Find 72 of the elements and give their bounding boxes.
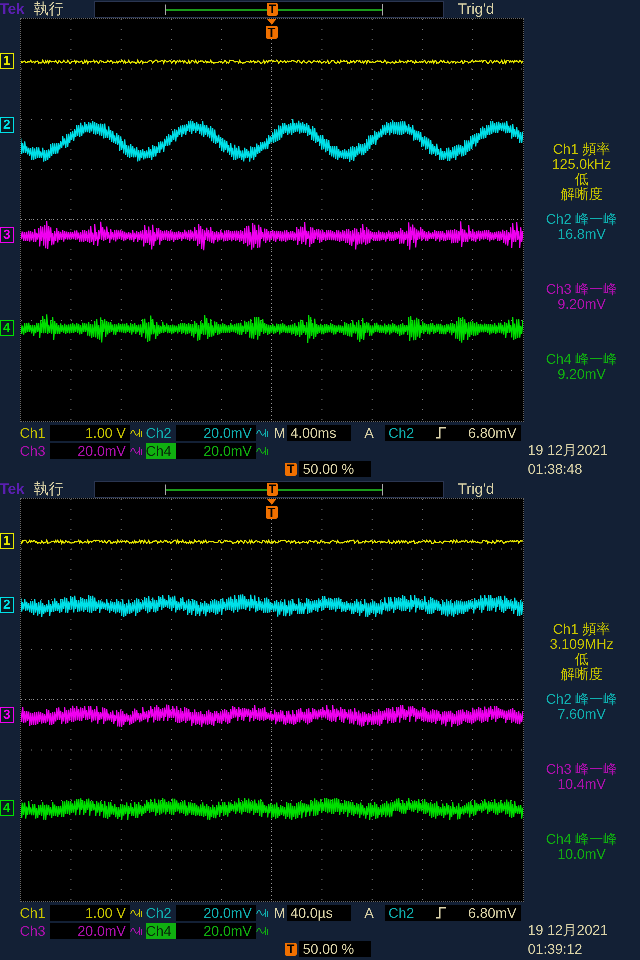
measurement-value: 16.8mV: [558, 227, 606, 242]
channel-scale: 1.00 V: [50, 425, 130, 441]
measurement-value: 125.0kHz: [552, 157, 612, 172]
trigger-marker: T: [267, 482, 278, 496]
measurement-value: 10.0mV: [558, 847, 606, 862]
trigger-source: Ch2: [388, 425, 414, 441]
date-text: 19 12月2021: [528, 442, 610, 460]
trigger-position-marker: T: [285, 462, 297, 476]
measurement-label: Ch1 頻率: [553, 622, 611, 637]
measurement-label: Ch4 峰一峰: [546, 832, 618, 847]
channel-scale: 20.0mV: [50, 923, 130, 939]
channel-scale: 20.0mV: [176, 905, 256, 921]
time-text: 01:38:48: [528, 461, 584, 477]
brand-logo: Tek: [0, 480, 26, 498]
timebase-label: M: [274, 425, 286, 441]
measurement-value: 7.60mV: [558, 707, 606, 722]
measurement-note: 解晰度: [560, 667, 603, 682]
measurement-label: Ch2 峰一峰: [546, 212, 618, 227]
channel-label[interactable]: Ch2: [146, 905, 176, 921]
brand-logo: Tek: [0, 0, 26, 18]
measurement-value: 10.4mV: [558, 777, 606, 792]
measurement-label: Ch1 頻率: [553, 142, 611, 157]
trigger-mode: A: [364, 425, 376, 441]
measurement-label: Ch2 峰一峰: [546, 692, 618, 707]
trigger-level: 6.80mV: [468, 905, 517, 921]
trigger-position-value: 50.00 %: [299, 941, 371, 957]
run-state: 執行: [33, 480, 65, 498]
channel-label[interactable]: Ch4: [146, 923, 176, 939]
channel-label[interactable]: Ch1: [20, 905, 50, 921]
rising-edge-icon: [435, 907, 448, 919]
channel-label[interactable]: Ch2: [146, 425, 176, 441]
channel-marker[interactable]: 4: [0, 320, 14, 336]
measurement-value: 3.109MHz: [550, 637, 614, 652]
trigger-source: Ch2: [388, 905, 414, 921]
channel-label[interactable]: Ch1: [20, 425, 50, 441]
channel-marker[interactable]: 3: [0, 707, 14, 723]
channel-marker[interactable]: 4: [0, 800, 14, 816]
trigger-marker: T: [267, 2, 278, 16]
trigger-position-value: 50.00 %: [299, 461, 371, 477]
time-text: 01:39:12: [528, 941, 584, 957]
channel-scale: 20.0mV: [176, 923, 256, 939]
trigger-level: 6.80mV: [468, 425, 517, 441]
channel-scale: 20.0mV: [50, 443, 130, 459]
trigger-status: Trig'd: [458, 0, 494, 18]
timebase-value: 4.00ms: [286, 425, 351, 441]
channel-scale: 20.0mV: [176, 443, 256, 459]
timebase-value: 40.0µs: [286, 905, 351, 921]
channel-marker[interactable]: 2: [0, 117, 14, 133]
run-state: 執行: [33, 0, 65, 18]
measurement-value: 9.20mV: [558, 297, 606, 312]
trigger-marker: T: [266, 506, 278, 519]
channel-marker[interactable]: 1: [0, 53, 14, 69]
trigger-marker: T: [266, 26, 278, 39]
channel-marker[interactable]: 2: [0, 597, 14, 613]
channel-scale: 20.0mV: [176, 425, 256, 441]
trigger-position-marker: T: [285, 942, 297, 956]
rising-edge-icon: [435, 427, 448, 439]
measurement-label: Ch3 峰一峰: [546, 762, 618, 777]
channel-marker[interactable]: 1: [0, 533, 14, 549]
measurement-note: 解晰度: [560, 187, 603, 202]
channel-scale: 1.00 V: [50, 905, 130, 921]
trigger-status: Trig'd: [458, 480, 494, 498]
channel-label[interactable]: Ch4: [146, 443, 176, 459]
measurement-value: 9.20mV: [558, 367, 606, 382]
measurement-label: Ch4 峰一峰: [546, 352, 618, 367]
channel-marker[interactable]: 3: [0, 227, 14, 243]
measurement-note: 低: [574, 172, 589, 187]
measurement-note: 低: [574, 652, 589, 667]
trigger-mode: A: [364, 905, 376, 921]
date-text: 19 12月2021: [528, 922, 610, 940]
timebase-label: M: [274, 905, 286, 921]
measurement-label: Ch3 峰一峰: [546, 282, 618, 297]
